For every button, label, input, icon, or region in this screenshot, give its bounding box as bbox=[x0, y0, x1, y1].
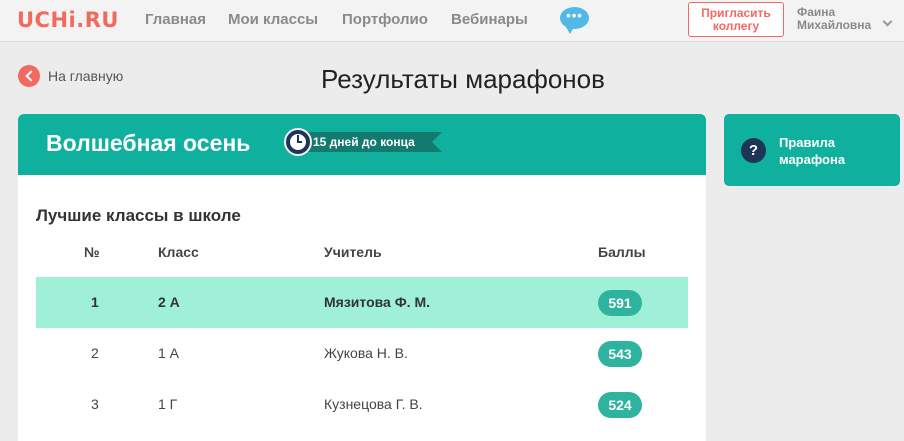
rules-label[interactable]: Правила марафона bbox=[779, 134, 889, 168]
row-teacher: Жукова Н. В. bbox=[324, 345, 408, 361]
row-class: 1 Г bbox=[158, 396, 178, 412]
page-title: Результаты марафонов bbox=[321, 64, 605, 94]
row-teacher: Кузнецова Г. В. bbox=[324, 396, 423, 412]
chevron-down-icon[interactable] bbox=[882, 16, 893, 27]
row-number: 2 bbox=[91, 345, 99, 361]
table-row: 2 1 А Жукова Н. В. 543 bbox=[36, 328, 688, 379]
nav-portfolio[interactable]: Портфолио bbox=[342, 11, 428, 28]
row-class: 1 А bbox=[158, 345, 180, 361]
row-teacher: Мязитова Ф. М. bbox=[324, 294, 430, 310]
marathon-title: Волшебная осень bbox=[46, 130, 251, 156]
header-teacher: Учитель bbox=[324, 244, 382, 260]
header-class: Класс bbox=[158, 244, 199, 260]
score-badge: 591 bbox=[598, 290, 642, 316]
table-row: 3 1 Г Кузнецова Г. В. 524 bbox=[36, 379, 688, 430]
score-badge: 524 bbox=[598, 392, 642, 418]
header-score: Баллы bbox=[598, 244, 646, 260]
table-row: 1 2 А Мязитова Ф. М. 591 bbox=[36, 277, 688, 328]
row-number: 1 bbox=[91, 294, 99, 310]
chat-bubble-icon[interactable]: ••• bbox=[560, 7, 589, 34]
section-title: Лучшие классы в школе bbox=[36, 206, 241, 225]
user-name[interactable]: Фаина Михайловна bbox=[797, 6, 879, 32]
row-number: 3 bbox=[91, 396, 99, 412]
score-badge: 543 bbox=[598, 341, 642, 367]
logo[interactable]: UCHi.RU bbox=[17, 8, 119, 32]
row-class: 2 А bbox=[158, 294, 180, 310]
top-header: UCHi.RU Главная Мои классы Портфолио Веб… bbox=[0, 0, 904, 42]
days-left-label: 15 дней до конца bbox=[302, 132, 442, 152]
clock-icon bbox=[284, 128, 312, 156]
header-number: № bbox=[84, 244, 100, 260]
question-icon[interactable]: ? bbox=[741, 138, 766, 163]
nav-my-classes[interactable]: Мои классы bbox=[228, 11, 318, 28]
marathon-rules-button[interactable]: ? Правила марафона bbox=[724, 114, 900, 186]
invite-colleague-button[interactable]: Пригласить коллегу bbox=[688, 2, 784, 37]
nav-home[interactable]: Главная bbox=[145, 11, 206, 28]
marathon-header: Волшебная осень 15 дней до конца bbox=[18, 114, 706, 175]
results-card: Волшебная осень 15 дней до конца Лучшие … bbox=[18, 114, 706, 441]
nav-webinars[interactable]: Вебинары bbox=[451, 11, 528, 28]
